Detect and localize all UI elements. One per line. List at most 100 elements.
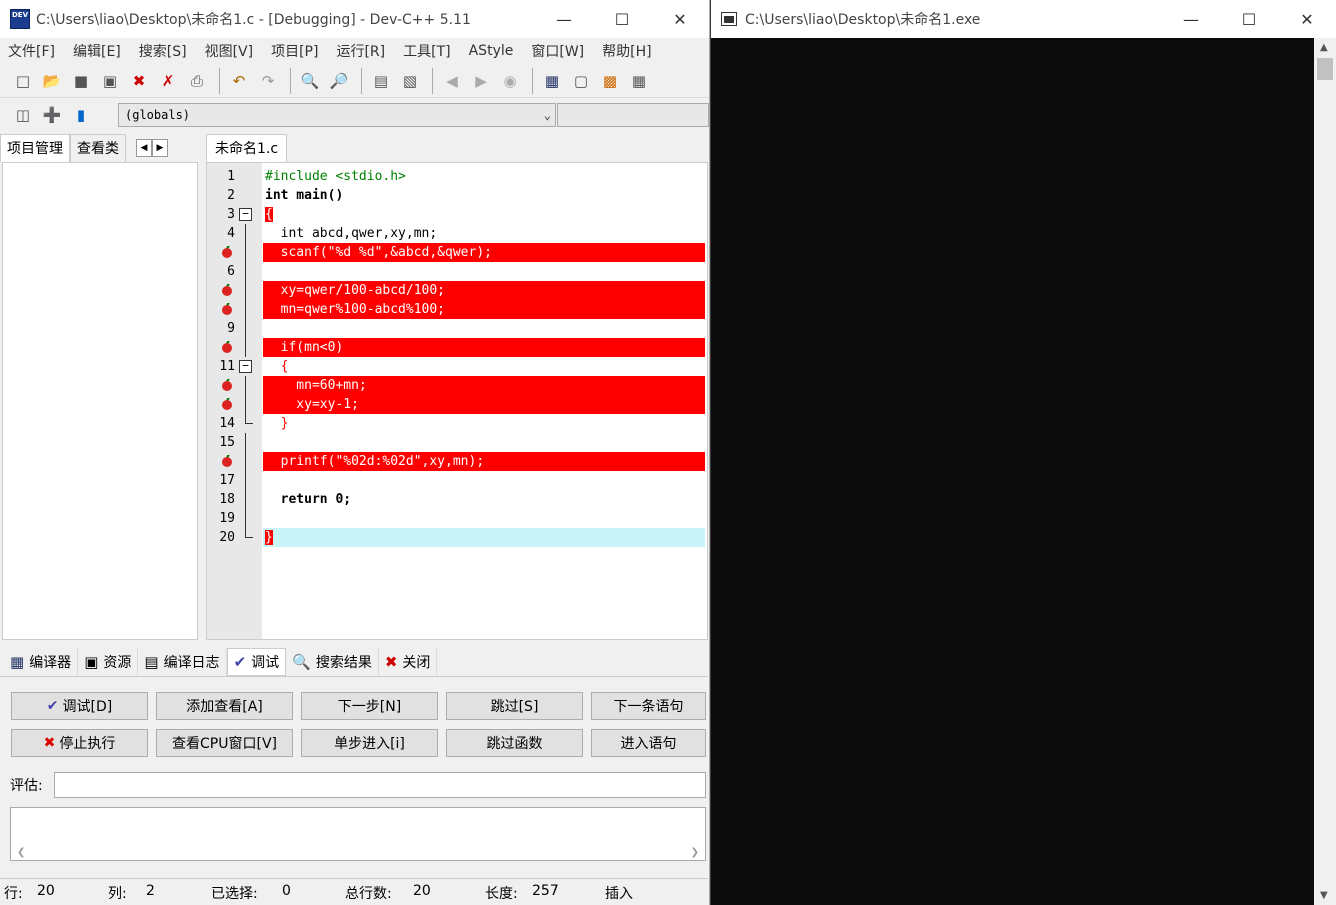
breakpoint-icon[interactable] [221, 284, 233, 296]
bookmark-prev-icon[interactable]: ◀ [439, 68, 465, 94]
breakpoint-icon[interactable] [221, 341, 233, 353]
menu-file[interactable]: 文件[F] [4, 41, 59, 61]
close-file-icon[interactable]: ✖ [126, 68, 152, 94]
stop-x-icon: ✖ [43, 735, 56, 751]
tab-project[interactable]: 项目管理 [0, 134, 70, 162]
find-icon[interactable]: 🔍 [297, 68, 323, 94]
fold-collapse-icon[interactable]: − [239, 208, 252, 221]
tile-icon[interactable]: ▦ [626, 68, 652, 94]
code-text: return 0; [265, 492, 352, 507]
skip-function-button[interactable]: 跳过函数 [446, 729, 583, 757]
resources-icon: ▣ [84, 653, 99, 671]
tab-close[interactable]: ✖ 关闭 [379, 648, 438, 676]
menu-view[interactable]: 视图[V] [201, 41, 258, 61]
step-into-button[interactable]: 单步进入[i] [301, 729, 438, 757]
console-minimize-button[interactable]: — [1162, 0, 1220, 38]
breakpoint-icon[interactable] [221, 246, 233, 258]
breakpoint-icon[interactable] [221, 379, 233, 391]
fold-collapse-icon[interactable]: − [239, 360, 252, 373]
menu-help[interactable]: 帮助[H] [598, 41, 655, 61]
minimize-button[interactable]: — [535, 0, 593, 38]
project-remove-icon[interactable]: ▮ [68, 102, 94, 128]
console-scrollbar[interactable]: ▲ ▼ [1314, 38, 1336, 905]
status-row-label: 行: [4, 886, 23, 902]
close-all-icon[interactable]: ✗ [155, 68, 181, 94]
project-tree[interactable] [2, 162, 198, 640]
line-number: 6 [227, 264, 235, 279]
next-step-button[interactable]: 下一步[N] [301, 692, 438, 720]
tab-debug[interactable]: ✔ 调试 [226, 648, 287, 676]
goto-line-icon[interactable]: ▧ [397, 68, 423, 94]
scroll-up-icon[interactable]: ▲ [1320, 42, 1328, 53]
menu-run[interactable]: 运行[R] [332, 41, 389, 61]
tab-classes[interactable]: 查看类 [70, 134, 126, 162]
replace-icon[interactable]: 🔎 [326, 68, 352, 94]
code-line: 3 − { [207, 205, 707, 224]
code-text: mn=60+mn; [263, 376, 705, 395]
editor-tab[interactable]: 未命名1.c [206, 134, 288, 162]
console-maximize-button[interactable]: ☐ [1220, 0, 1278, 38]
tab-scroll-right-icon[interactable]: ▶ [152, 139, 168, 157]
eval-input[interactable] [54, 772, 706, 798]
project-insert-icon[interactable]: ➕ [39, 102, 65, 128]
stop-execution-button[interactable]: ✖ 停止执行 [11, 729, 148, 757]
code-line: 6 [207, 262, 707, 281]
fold-guide [245, 319, 246, 338]
fold-end [245, 528, 253, 538]
menu-bar: 文件[F] 编辑[E] 搜索[S] 视图[V] 项目[P] 运行[R] 工具[T… [0, 38, 709, 64]
save-icon[interactable]: ■ [68, 68, 94, 94]
tab-search-results[interactable]: 🔍 搜索结果 [286, 648, 379, 676]
redo-icon[interactable]: ↷ [255, 68, 281, 94]
menu-project[interactable]: 项目[P] [267, 41, 322, 61]
next-statement-button[interactable]: 下一条语句 [591, 692, 706, 720]
fullscreen-icon[interactable]: ▢ [568, 68, 594, 94]
maximize-button[interactable]: ☐ [593, 0, 651, 38]
tab-resources[interactable]: ▣ 资源 [78, 648, 139, 676]
enter-statement-button[interactable]: 进入语句 [591, 729, 706, 757]
breakpoint-icon[interactable] [221, 455, 233, 467]
add-watch-button[interactable]: 添加查看[A] [156, 692, 293, 720]
indent-icon[interactable]: ▤ [368, 68, 394, 94]
status-col-value: 2 [146, 883, 155, 899]
scroll-right-icon[interactable]: ❯ [691, 847, 699, 858]
breakpoint-icon[interactable] [221, 398, 233, 410]
checkmark-icon: ✔ [46, 698, 59, 714]
status-row-value: 20 [37, 883, 55, 899]
color-icon[interactable]: ▩ [597, 68, 623, 94]
menu-search[interactable]: 搜索[S] [135, 41, 191, 61]
menu-tools[interactable]: 工具[T] [399, 41, 454, 61]
print-icon[interactable]: ⎙ [184, 68, 210, 94]
code-text: mn=qwer%100-abcd%100; [263, 300, 705, 319]
scope-dropdown[interactable]: (globals) ⌄ [118, 103, 556, 127]
breakpoint-icon[interactable] [221, 303, 233, 315]
tab-compiler[interactable]: ▦ 编译器 [4, 648, 79, 676]
skip-button[interactable]: 跳过[S] [446, 692, 583, 720]
view-cpu-window-button[interactable]: 查看CPU窗口[V] [156, 729, 293, 757]
menu-window[interactable]: 窗口[W] [527, 41, 588, 61]
scope-value: (globals) [125, 108, 191, 122]
tab-scroll-left-icon[interactable]: ◀ [136, 139, 152, 157]
bottom-tabs: ▦ 编译器 ▣ 资源 ▤ 编译日志 ✔ 调试 🔍 搜索结果 ✖ 关闭 [0, 648, 708, 676]
menu-edit[interactable]: 编辑[E] [69, 41, 125, 61]
eval-label: 评估: [10, 778, 43, 794]
open-file-icon[interactable]: 📂 [39, 68, 65, 94]
new-file-icon[interactable]: □ [10, 68, 36, 94]
tab-compile-log[interactable]: ▤ 编译日志 [138, 648, 227, 676]
bookmark-next-icon[interactable]: ▶ [468, 68, 494, 94]
eval-output[interactable]: ❮ ❯ [10, 807, 706, 861]
comment-icon[interactable]: ◉ [497, 68, 523, 94]
console-close-button[interactable]: ✕ [1278, 0, 1336, 38]
undo-icon[interactable]: ↶ [226, 68, 252, 94]
layout-grid-icon[interactable]: ▦ [539, 68, 565, 94]
save-all-icon[interactable]: ▣ [97, 68, 123, 94]
fold-end [245, 414, 253, 424]
menu-astyle[interactable]: AStyle [465, 43, 518, 59]
function-dropdown[interactable] [557, 103, 709, 127]
close-button[interactable]: ✕ [651, 0, 709, 38]
scroll-thumb[interactable] [1317, 58, 1333, 80]
scroll-down-icon[interactable]: ▼ [1320, 890, 1328, 901]
project-add-icon[interactable]: ◫ [10, 102, 36, 128]
code-area[interactable]: 1 #include <stdio.h> 2 int main() 3 − { … [206, 162, 708, 640]
debug-button[interactable]: ✔ 调试[D] [11, 692, 148, 720]
scroll-left-icon[interactable]: ❮ [17, 847, 25, 858]
